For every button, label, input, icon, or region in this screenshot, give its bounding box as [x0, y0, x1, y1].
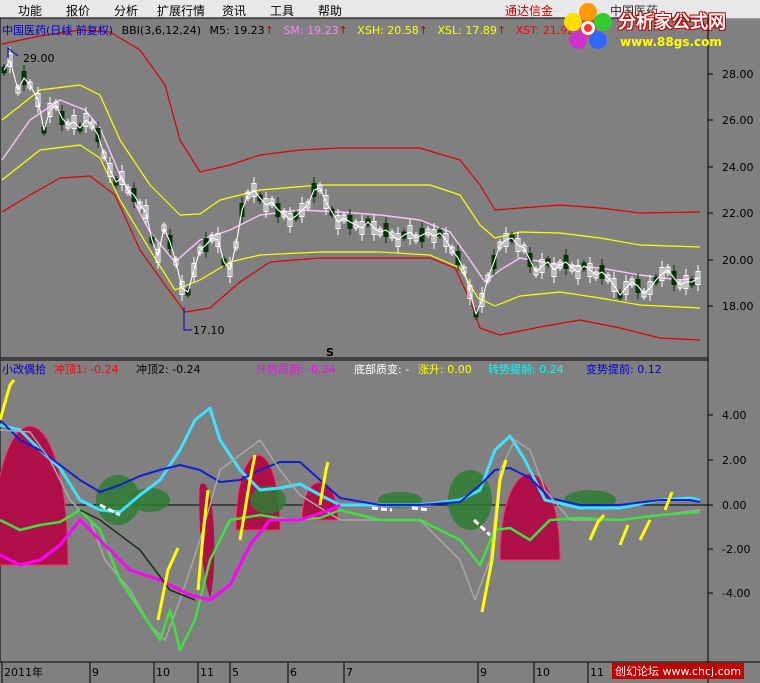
- arrow-up-icon: ↑: [496, 24, 507, 37]
- flower-logo-icon: [564, 3, 612, 49]
- logo-title: 分析家公式网: [618, 12, 726, 33]
- x-axis-label: 9: [480, 666, 487, 679]
- indicator-item-rising-cycle: 升势周期: -0.24: [256, 363, 336, 376]
- indicator-item-chongding1: 冲顶1: -0.24: [54, 363, 119, 376]
- indicator-y-tick-label: 2.00: [722, 454, 747, 467]
- sell-signal-marker: S: [326, 346, 334, 359]
- x-axis-label: 10: [536, 666, 550, 679]
- indicator-item-rise: 涨升: 0.00: [418, 363, 472, 376]
- x-axis-label: 11: [200, 666, 214, 679]
- indicator-y-tick-label: 0.00: [722, 499, 747, 512]
- indicator-name: BBI(3,6,12,24): [121, 24, 201, 37]
- price-y-tick-label: 26.00: [722, 114, 754, 127]
- arrow-up-icon: ↑: [338, 24, 348, 37]
- indicator-item-bottom-change: 底部质变: -: [354, 363, 410, 376]
- price-y-tick-label: 24.00: [722, 161, 754, 174]
- forum-watermark: 创幻论坛 www.chcj.com: [612, 663, 745, 679]
- price-y-tick-label: 20.00: [722, 254, 754, 267]
- xsh-value: XSH: 20.58: [357, 24, 419, 37]
- stock-title: 中国医药(日线 前复权): [2, 24, 114, 37]
- x-axis-label: 6: [290, 666, 297, 679]
- site-logo: 分析家公式网 www.88gs.com: [560, 2, 758, 54]
- high-price-marker: 29.00: [23, 52, 55, 65]
- indicator-item-trend-turn: 转势提前: 0.24: [488, 363, 564, 376]
- indicator-y-tick-label: -2.00: [722, 543, 750, 556]
- x-axis-label: 7: [346, 666, 353, 679]
- xsl-value: XSL: 17.89: [437, 24, 497, 37]
- indicator-item-trend-change: 变势提前: 0.12: [586, 363, 662, 376]
- chart-canvas: 28.00 26.00 24.00 22.00 20.00 18.00 4.00 2.00 0.…: [0, 17, 760, 683]
- arrow-up-icon: ↑: [418, 24, 428, 37]
- x-axis-label: 10: [156, 666, 170, 679]
- indicator-y-tick-label: 4.00: [722, 409, 747, 422]
- indicator-y-tick-label: -4.00: [722, 587, 750, 600]
- price-panel-header: 中国医药(日线 前复权) BBI(3,6,12,24) M5: 19.23↑ S…: [2, 22, 579, 38]
- price-y-tick-label: 28.00: [722, 68, 754, 81]
- indicator-title: 小改偶拾: [2, 363, 46, 376]
- logo-url[interactable]: www.88gs.com: [620, 35, 722, 49]
- price-y-tick-label: 18.00: [722, 300, 754, 313]
- x-axis-label: 9: [92, 666, 99, 679]
- sm-value: SM: 19.23: [283, 24, 339, 37]
- indicator-item-chongding2: 冲顶2: -0.24: [136, 363, 201, 376]
- x-axis-label: 11: [590, 666, 604, 679]
- arrow-up-icon: ↑: [264, 24, 274, 37]
- price-y-tick-label: 22.00: [722, 207, 754, 220]
- x-axis-label: 2011年: [4, 665, 43, 679]
- low-price-marker: 17.10: [193, 324, 225, 337]
- x-axis-label: 5: [232, 666, 239, 679]
- m5-value: M5: 19.23: [209, 24, 265, 37]
- stock-chart-window: { "menu": { "items": ["功能", "报价", "分析", …: [0, 0, 760, 683]
